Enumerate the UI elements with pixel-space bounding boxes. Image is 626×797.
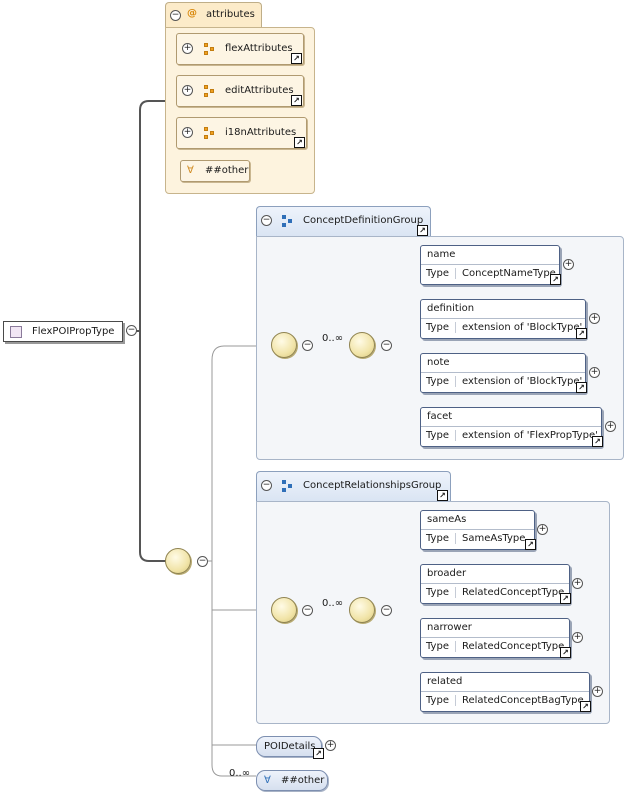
any-element[interactable]: ∀ ##other xyxy=(256,770,328,791)
group-collapse-icon[interactable]: − xyxy=(261,480,272,491)
group-label: ConceptRelationshipsGroup xyxy=(303,480,442,491)
link-arrow-icon[interactable]: ↗ xyxy=(294,137,305,148)
root-element[interactable]: FlexPOIPropType xyxy=(3,321,123,342)
attribute-group-flexattributes[interactable]: + flexAttributes ↗ xyxy=(176,33,304,65)
link-arrow-icon[interactable]: ↗ xyxy=(560,647,571,658)
concept-definition-group-tab[interactable]: − ConceptDefinitionGroup ↗ xyxy=(256,206,431,237)
element-icon xyxy=(10,326,22,338)
group-icon xyxy=(282,215,286,219)
attributes-label: attributes xyxy=(206,9,255,20)
group-icon xyxy=(282,480,286,484)
group-label: ConceptDefinitionGroup xyxy=(303,215,424,226)
element-sameas[interactable]: sameAs Type SameAsType ↗ xyxy=(420,510,536,550)
compositor-collapse-icon[interactable]: − xyxy=(302,340,313,351)
attribute-group-label: flexAttributes xyxy=(225,43,293,54)
element-narrower[interactable]: narrower Type RelatedConceptType ↗ xyxy=(420,618,571,658)
expand-icon[interactable]: + xyxy=(572,632,583,643)
any-element-label: ##other xyxy=(281,775,325,786)
multiplicity-label: 0..∞ xyxy=(229,768,251,779)
choice-compositor-icon[interactable] xyxy=(271,332,297,358)
wildcard-icon: ∀ xyxy=(187,165,194,176)
attribute-group-label: i18nAttributes xyxy=(225,127,297,138)
link-arrow-icon[interactable]: ↗ xyxy=(592,436,603,447)
link-arrow-icon[interactable]: ↗ xyxy=(437,490,448,501)
element-facet[interactable]: facet Type extension of 'FlexPropType' ↗ xyxy=(420,407,603,447)
at-sign-icon: @ xyxy=(187,8,197,19)
attribute-group-icon xyxy=(204,127,208,131)
attribute-group-icon xyxy=(204,43,208,47)
expand-icon[interactable]: + xyxy=(592,686,603,697)
expand-icon[interactable]: + xyxy=(563,259,574,270)
link-arrow-icon[interactable]: ↗ xyxy=(576,382,587,393)
expand-icon[interactable]: + xyxy=(589,313,600,324)
link-arrow-icon[interactable]: ↗ xyxy=(550,274,561,285)
link-arrow-icon[interactable]: ↗ xyxy=(291,53,302,64)
attribute-group-i18nattributes[interactable]: + i18nAttributes ↗ xyxy=(176,117,307,149)
group-collapse-icon[interactable]: − xyxy=(261,215,272,226)
any-attribute-label: ##other xyxy=(205,165,249,176)
expand-icon[interactable]: + xyxy=(537,524,548,535)
expand-icon[interactable]: + xyxy=(589,367,600,378)
expand-icon[interactable]: + xyxy=(182,127,193,138)
link-arrow-icon[interactable]: ↗ xyxy=(417,225,428,236)
poi-details-element[interactable]: POIDetails ↗ xyxy=(256,736,324,759)
attribute-group-label: editAttributes xyxy=(225,85,294,96)
attribute-group-icon xyxy=(204,85,208,89)
attribute-group-editattributes[interactable]: + editAttributes ↗ xyxy=(176,75,304,107)
link-arrow-icon[interactable]: ↗ xyxy=(580,701,591,712)
link-arrow-icon[interactable]: ↗ xyxy=(313,748,324,759)
element-definition[interactable]: definition Type extension of 'BlockType'… xyxy=(420,299,587,339)
attributes-collapse-icon[interactable]: − xyxy=(170,10,181,21)
expand-icon[interactable]: + xyxy=(605,421,616,432)
expand-icon[interactable]: + xyxy=(182,85,193,96)
root-label: FlexPOIPropType xyxy=(32,326,115,337)
choice-compositor-icon[interactable] xyxy=(271,597,297,623)
sequence-compositor-icon[interactable] xyxy=(165,548,191,574)
link-arrow-icon[interactable]: ↗ xyxy=(560,593,571,604)
link-arrow-icon[interactable]: ↗ xyxy=(576,328,587,339)
sequence-collapse-icon[interactable]: − xyxy=(197,556,208,567)
any-attribute[interactable]: ∀ ##other xyxy=(180,160,250,182)
poi-details-label: POIDetails xyxy=(264,741,316,752)
compositor-collapse-icon[interactable]: − xyxy=(381,605,392,616)
expand-icon[interactable]: + xyxy=(325,740,336,751)
element-broader[interactable]: broader Type RelatedConceptType ↗ xyxy=(420,564,571,604)
element-related[interactable]: related Type RelatedConceptBagType ↗ xyxy=(420,672,591,712)
compositor-collapse-icon[interactable]: − xyxy=(302,605,313,616)
multiplicity-label: 0..∞ xyxy=(322,598,344,609)
compositor-collapse-icon[interactable]: − xyxy=(381,340,392,351)
attributes-tab[interactable]: − @ attributes xyxy=(165,2,262,28)
sequence-compositor-icon[interactable] xyxy=(349,332,375,358)
multiplicity-label: 0..∞ xyxy=(322,333,344,344)
element-note[interactable]: note Type extension of 'BlockType' ↗ xyxy=(420,353,587,393)
wildcard-icon: ∀ xyxy=(264,775,271,786)
concept-relationships-group-tab[interactable]: − ConceptRelationshipsGroup ↗ xyxy=(256,471,451,502)
element-name[interactable]: name Type ConceptNameType ↗ xyxy=(420,245,561,285)
link-arrow-icon[interactable]: ↗ xyxy=(525,539,536,550)
expand-icon[interactable]: + xyxy=(572,578,583,589)
expand-icon[interactable]: + xyxy=(182,43,193,54)
link-arrow-icon[interactable]: ↗ xyxy=(291,95,302,106)
sequence-compositor-icon[interactable] xyxy=(349,597,375,623)
root-collapse-icon[interactable]: − xyxy=(126,325,137,336)
